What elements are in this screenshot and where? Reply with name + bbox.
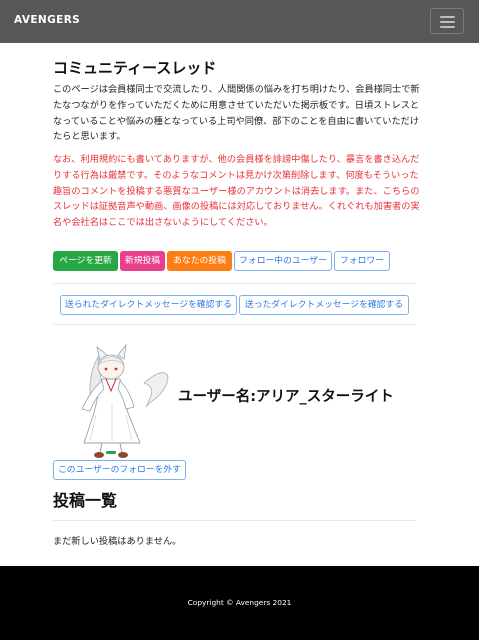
divider bbox=[53, 520, 416, 521]
unfollow-button[interactable]: このユーザーのフォローを外す bbox=[53, 460, 186, 480]
refresh-page-button[interactable]: ページを更新 bbox=[53, 251, 118, 271]
top-navbar: AVENGERS bbox=[0, 0, 479, 43]
posts-heading: 投稿一覧 bbox=[53, 491, 118, 510]
sent-dm-button[interactable]: 送ったダイレクトメッセージを確認する bbox=[239, 295, 409, 315]
user-avatar bbox=[66, 343, 178, 461]
followers-button[interactable]: フォロワー bbox=[334, 251, 390, 271]
following-users-button[interactable]: フォロー中のユーザー bbox=[234, 251, 332, 271]
divider bbox=[53, 324, 416, 325]
brand-logo[interactable]: AVENGERS bbox=[14, 14, 80, 26]
copyright-text: Copyright © Avengers 2021 bbox=[187, 598, 292, 607]
profile-username: ユーザー名:アリア_スターライト bbox=[178, 389, 394, 405]
page-title: コミュニティースレッド bbox=[53, 59, 217, 77]
received-dm-button[interactable]: 送られたダイレクトメッセージを確認する bbox=[60, 295, 237, 315]
divider bbox=[53, 283, 416, 284]
warning-text: なお、利用規約にも書いてありますが、他の会員様を誹謗中傷したり、暴言を書き込んだ… bbox=[53, 154, 420, 229]
intro-text: このページは会員様同士で交流したり、人間関係の悩みを打ち明けたり、会員様同士で新… bbox=[53, 84, 420, 143]
anime-character-avatar-icon bbox=[81, 343, 169, 458]
menu-toggle-button[interactable] bbox=[430, 8, 464, 34]
empty-posts-message: まだ新しい投稿はありません。 bbox=[53, 536, 182, 547]
new-post-button[interactable]: 新規投稿 bbox=[120, 251, 165, 271]
your-posts-button[interactable]: あなたの投稿 bbox=[167, 251, 232, 271]
